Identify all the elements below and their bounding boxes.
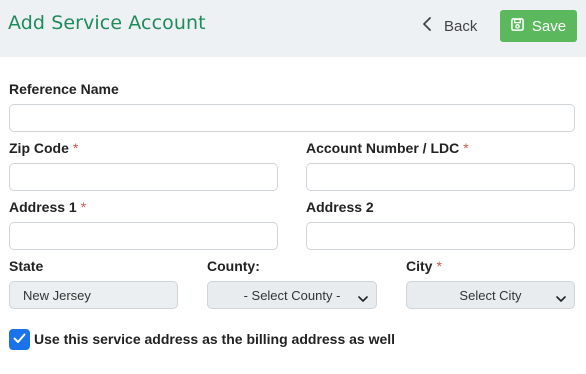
address1-label: Address 1 *: [9, 199, 87, 215]
required-marker: *: [436, 258, 442, 274]
county-label: County:: [207, 258, 260, 274]
city-label: City *: [406, 258, 442, 274]
state-field: New Jersey: [9, 281, 178, 309]
account-number-label: Account Number / LDC *: [306, 140, 469, 156]
city-selected-value: Select City: [459, 287, 522, 303]
required-marker: *: [72, 140, 79, 156]
checkmark-icon: [13, 331, 26, 349]
required-marker: *: [463, 140, 469, 156]
chevron-down-icon: [556, 291, 566, 302]
zip-code-input[interactable]: [9, 163, 278, 191]
state-label: State: [9, 258, 44, 274]
required-marker: *: [80, 199, 87, 215]
address1-input[interactable]: [9, 222, 278, 250]
zip-code-label: Zip Code *: [9, 140, 79, 156]
account-number-input[interactable]: [306, 163, 575, 191]
reference-name-input[interactable]: [9, 104, 575, 132]
address2-label: Address 2: [306, 199, 374, 215]
county-selected-value: - Select County -: [243, 287, 341, 303]
reference-name-label: Reference Name: [9, 81, 119, 97]
address2-input[interactable]: [306, 222, 575, 250]
chevron-down-icon: [358, 291, 368, 302]
state-value: New Jersey: [23, 287, 91, 303]
save-button[interactable]: Save: [500, 10, 577, 42]
billing-address-checkbox[interactable]: [9, 329, 30, 350]
floppy-disk-icon: [511, 17, 524, 35]
back-button-label: Back: [444, 17, 478, 35]
page-title: Add Service Account: [8, 12, 206, 34]
save-button-label: Save: [531, 17, 567, 35]
county-select[interactable]: - Select County -: [207, 281, 377, 309]
back-button[interactable]: Back: [422, 14, 477, 38]
page-header: Add Service Account Back Save: [0, 0, 586, 57]
chevron-left-icon: [422, 17, 432, 35]
billing-address-checkbox-label[interactable]: Use this service address as the billing …: [34, 331, 395, 347]
city-select[interactable]: Select City: [406, 281, 575, 309]
